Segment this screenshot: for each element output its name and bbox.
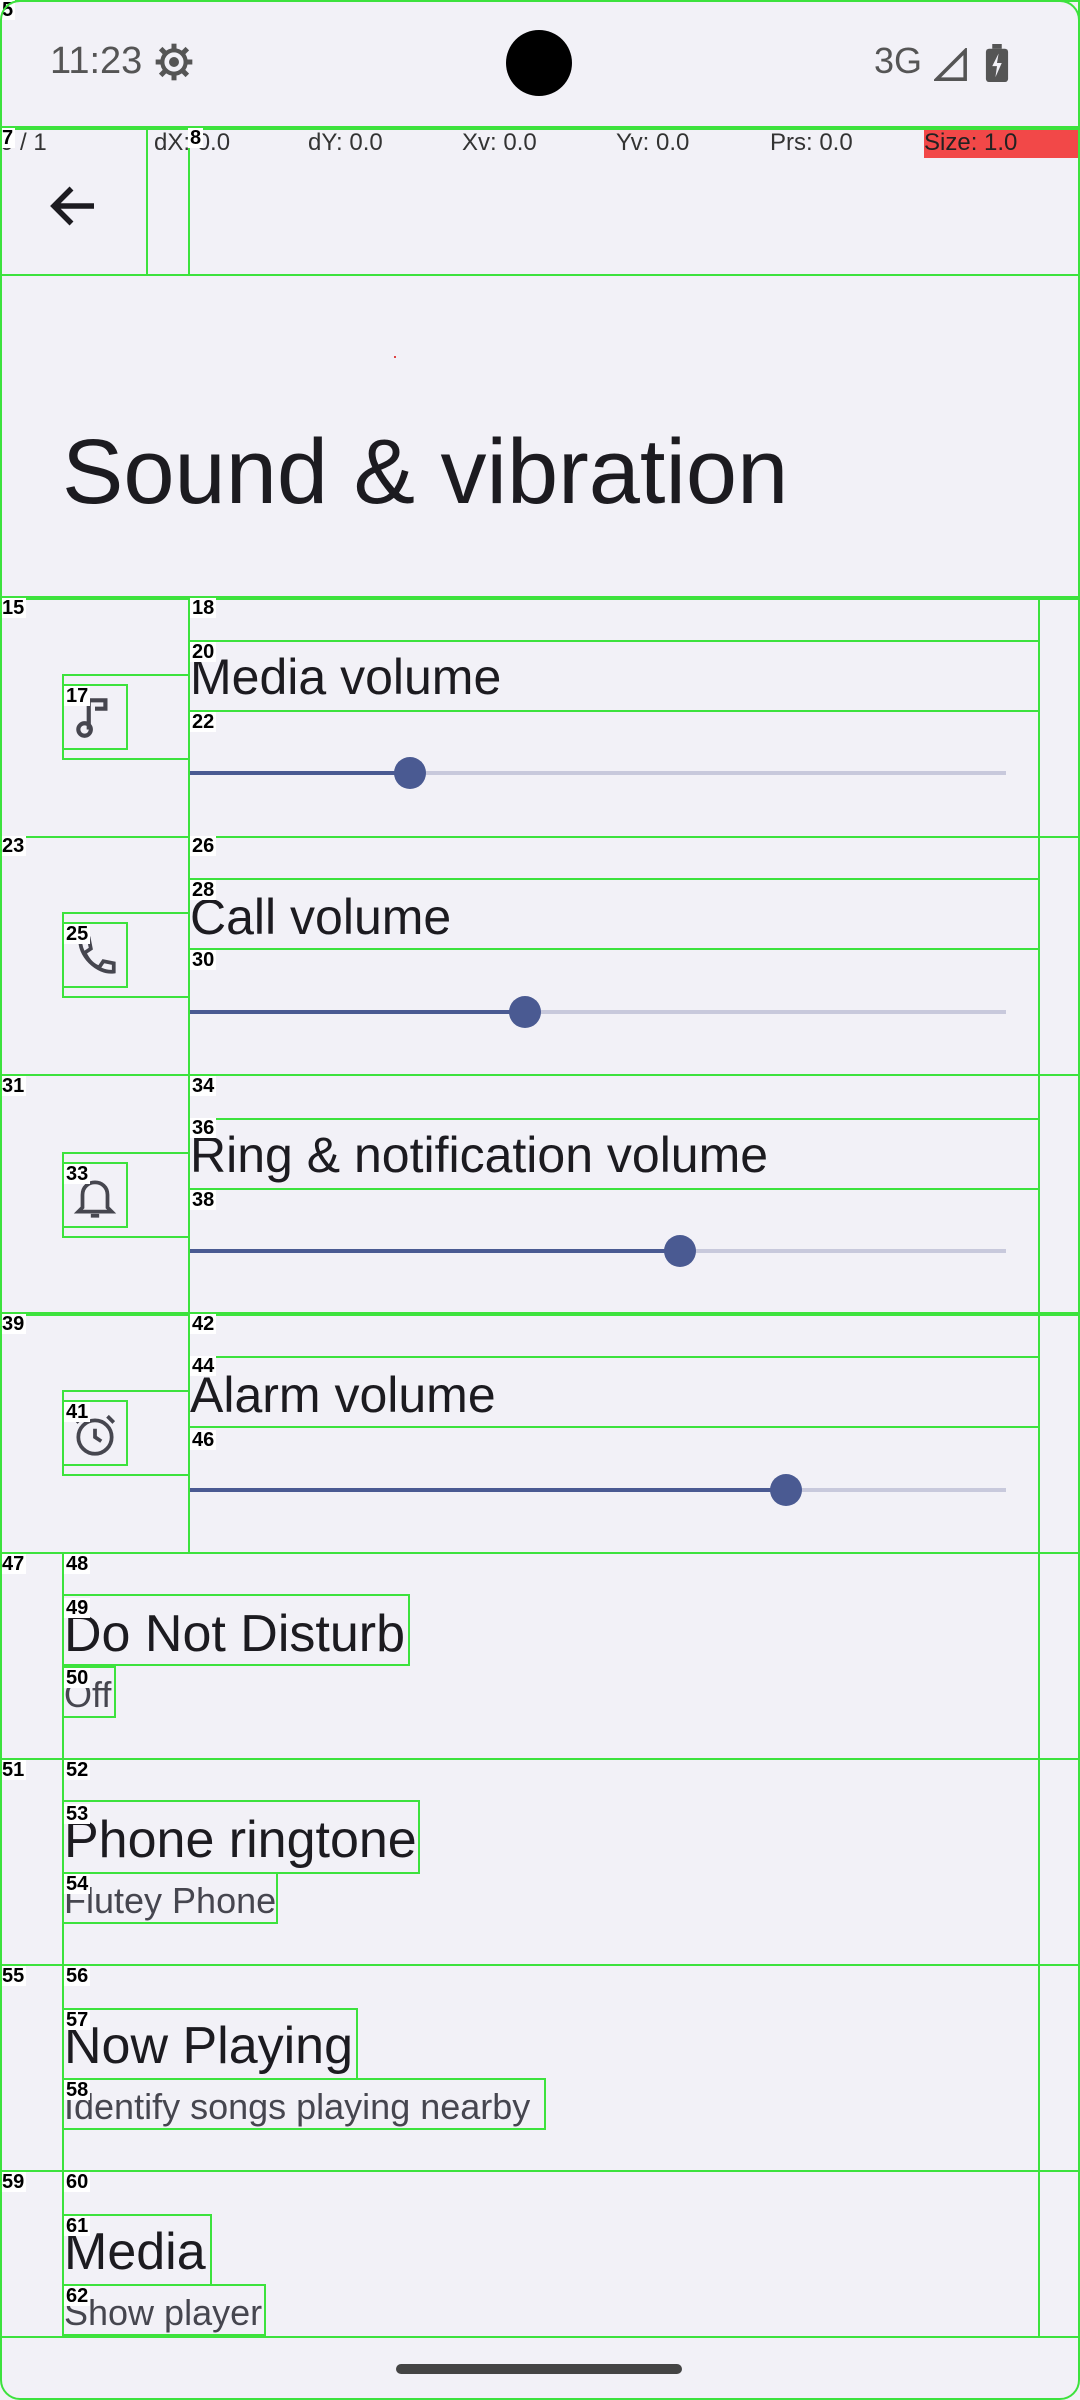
gesture-nav-handle[interactable]: [396, 2364, 682, 2374]
screen-frame: [0, 0, 1080, 2400]
